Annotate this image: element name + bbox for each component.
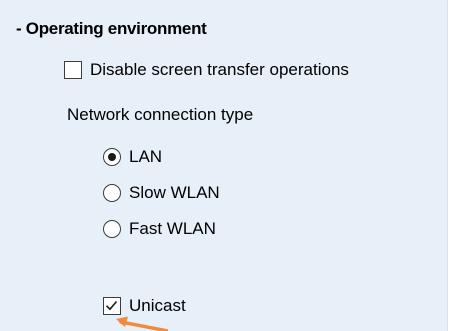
arrow-icon bbox=[116, 316, 168, 331]
checkmark-icon bbox=[105, 300, 118, 311]
radio-option-fast-wlan[interactable]: Fast WLAN bbox=[103, 219, 216, 239]
unicast-option[interactable]: Unicast bbox=[103, 296, 186, 316]
radio-option-lan[interactable]: LAN bbox=[103, 147, 162, 167]
lan-radio-button[interactable] bbox=[103, 148, 121, 166]
fast-wlan-radio-button[interactable] bbox=[103, 220, 121, 238]
disable-screen-transfer-label: Disable screen transfer operations bbox=[90, 60, 349, 79]
disable-screen-transfer-checkbox[interactable] bbox=[64, 61, 82, 79]
slow-wlan-radio-label: Slow WLAN bbox=[129, 183, 220, 202]
section-heading[interactable]: - Operating environment bbox=[16, 19, 207, 39]
lan-radio-label: LAN bbox=[129, 147, 163, 166]
operating-environment-panel: - Operating environment Disable screen t… bbox=[0, 0, 448, 331]
disable-screen-transfer-option[interactable]: Disable screen transfer operations bbox=[64, 60, 349, 80]
fast-wlan-radio-label: Fast WLAN bbox=[129, 219, 216, 238]
slow-wlan-radio-button[interactable] bbox=[103, 184, 121, 202]
network-connection-type-label: Network connection type bbox=[67, 105, 254, 124]
radio-selected-dot bbox=[107, 152, 116, 161]
unicast-label: Unicast bbox=[129, 296, 186, 315]
unicast-checkbox[interactable] bbox=[103, 297, 121, 315]
radio-option-slow-wlan[interactable]: Slow WLAN bbox=[103, 183, 220, 203]
